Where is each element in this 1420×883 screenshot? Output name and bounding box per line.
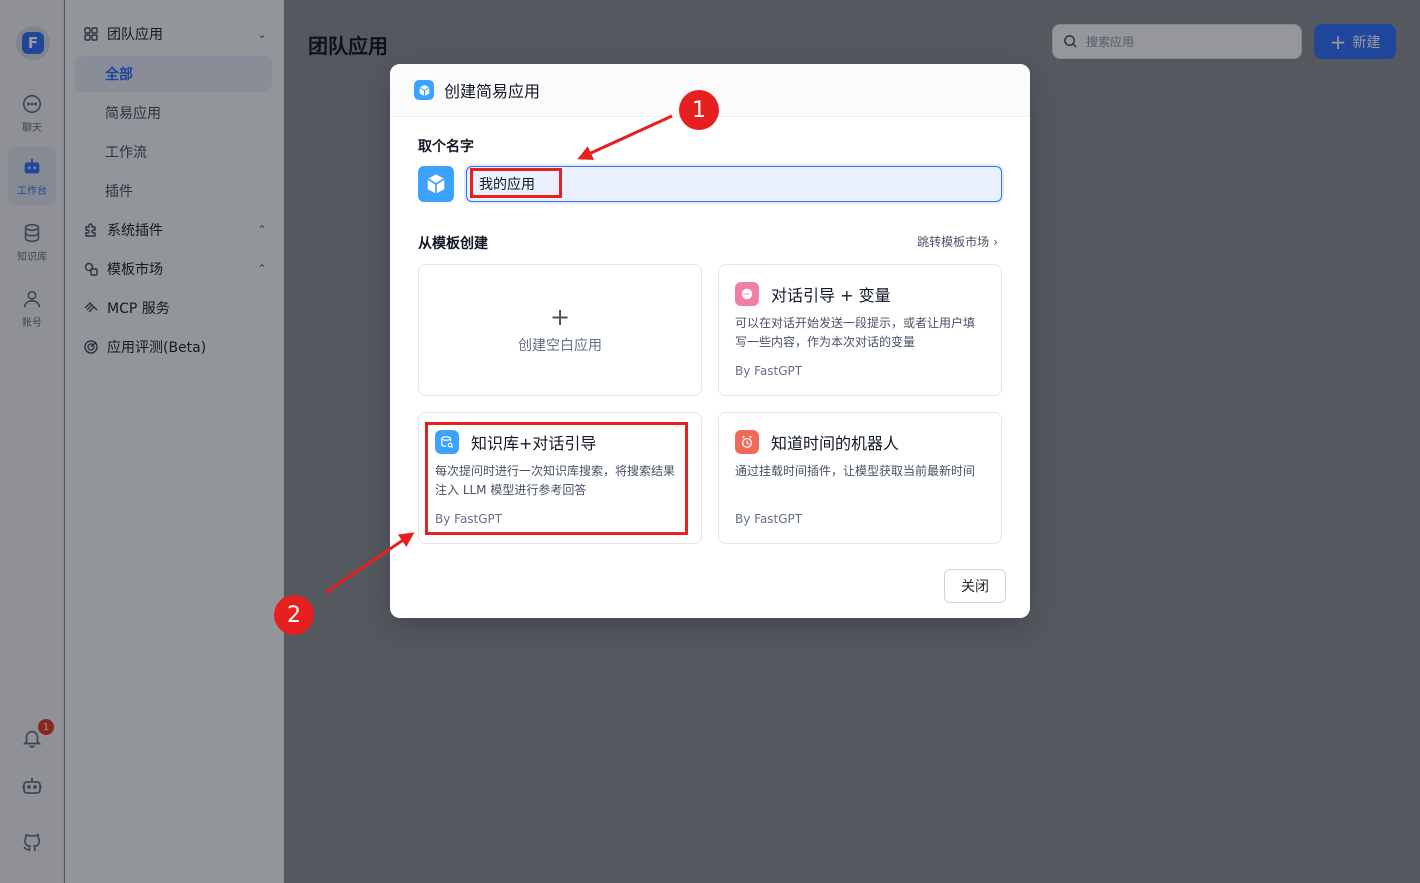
- step-marker-2: 2: [274, 595, 314, 635]
- name-label: 取个名字: [418, 139, 474, 155]
- card-title: 对话引导 + 变量: [771, 286, 891, 305]
- jump-link-label: 跳转模板市场: [917, 235, 990, 249]
- template-card-guide-variable[interactable]: 对话引导 + 变量 可以在对话开始发送一段提示，或者让用户填写一些内容，作为本次…: [718, 264, 1002, 396]
- cube-icon: [427, 174, 445, 194]
- card-author: By FastGPT: [735, 364, 803, 378]
- template-card-time-bot[interactable]: 知道时间的机器人 通过挂载时间插件，让模型获取当前最新时间 By FastGPT: [718, 412, 1002, 544]
- chat-bubble-icon: [735, 282, 759, 306]
- chevron-right-icon: ›: [993, 234, 998, 249]
- highlight-box-knowledge-card: [425, 422, 688, 535]
- plus-icon: +: [549, 303, 571, 331]
- card-desc: 可以在对话开始发送一段提示，或者让用户填写一些内容，作为本次对话的变量: [735, 316, 976, 349]
- step-marker-1: 1: [679, 90, 719, 130]
- close-button[interactable]: 关闭: [944, 569, 1006, 603]
- create-blank-app-card[interactable]: + 创建空白应用: [418, 264, 702, 396]
- jump-template-market-link[interactable]: 跳转模板市场 ›: [917, 233, 998, 250]
- card-title-row: 知道时间的机器人: [735, 430, 899, 454]
- card-title-row: 对话引导 + 变量: [735, 282, 891, 306]
- card-desc: 通过挂载时间插件，让模型获取当前最新时间: [735, 464, 976, 478]
- blank-card-label: 创建空白应用: [518, 338, 602, 354]
- card-title: 知道时间的机器人: [771, 434, 900, 453]
- cube-icon: [414, 80, 434, 100]
- modal-title: 创建简易应用: [444, 82, 541, 101]
- clock-icon: [735, 430, 759, 454]
- app-avatar-picker[interactable]: [418, 166, 454, 202]
- card-author: By FastGPT: [735, 512, 803, 526]
- highlight-box-name-input: [470, 168, 562, 198]
- template-label: 从模板创建: [418, 236, 488, 252]
